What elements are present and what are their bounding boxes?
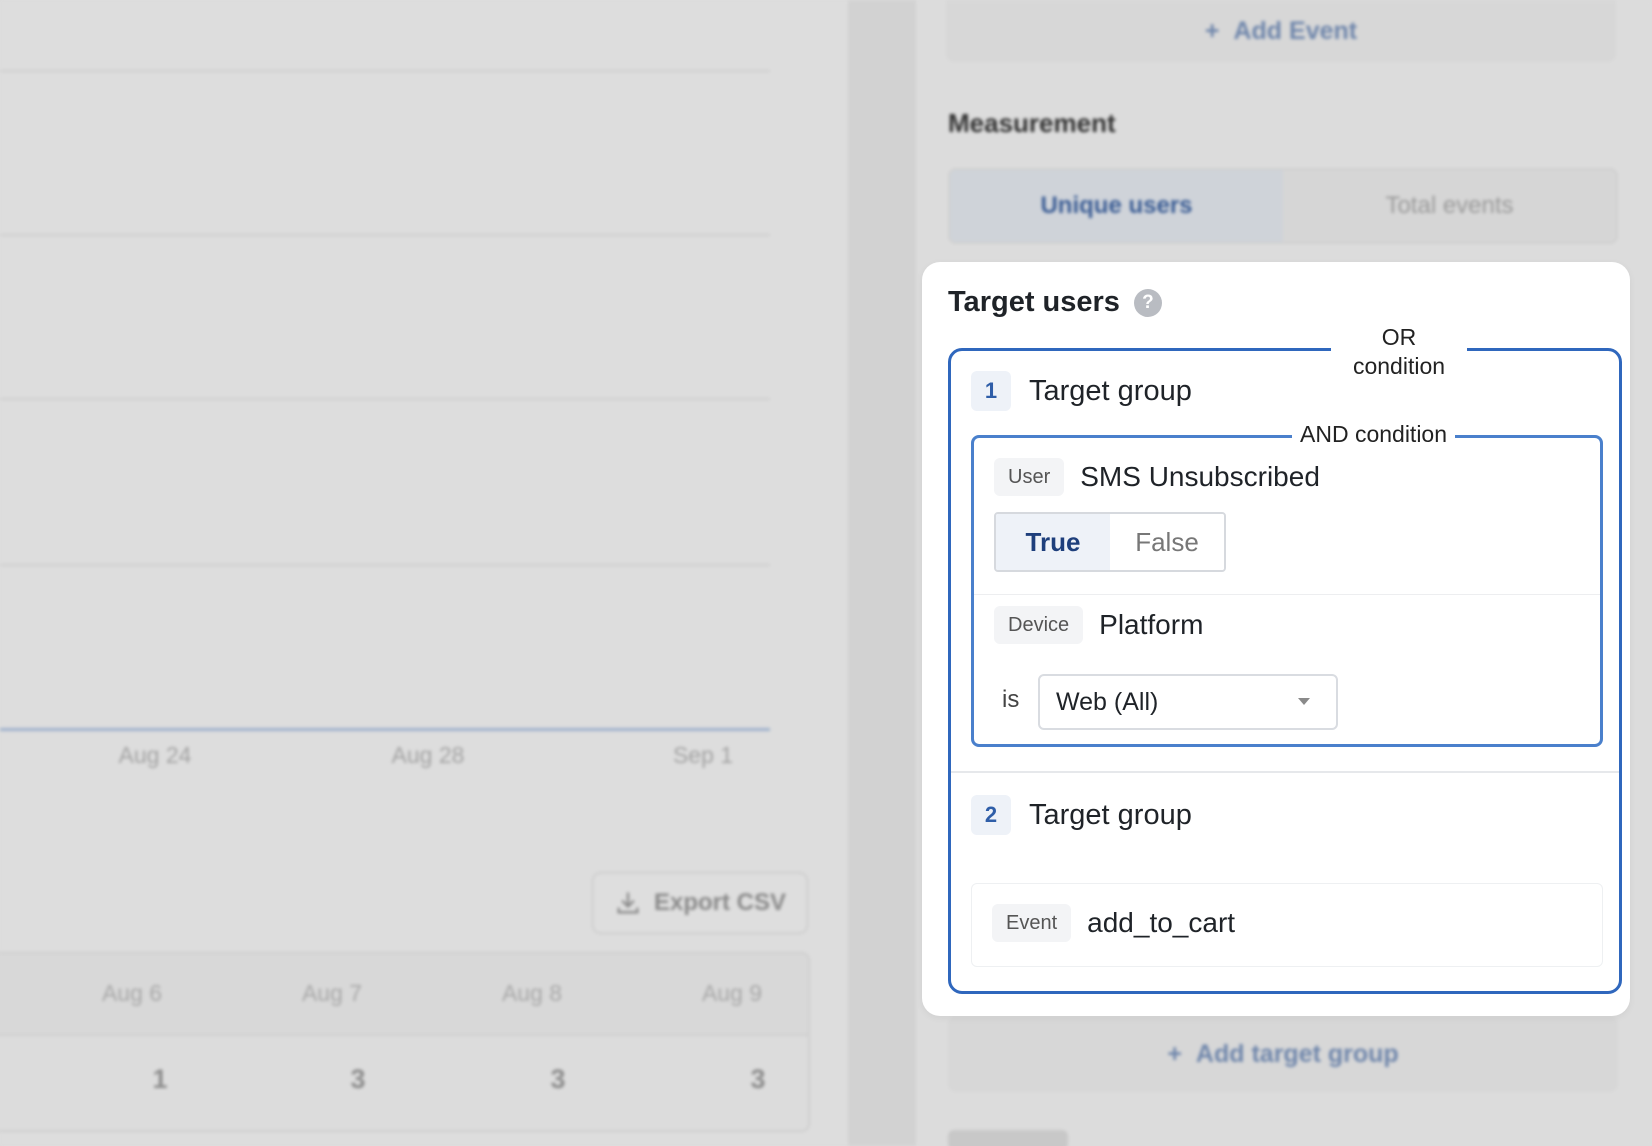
true-option[interactable]: True bbox=[996, 514, 1110, 570]
unique-users-option[interactable]: Unique users bbox=[950, 170, 1283, 242]
target-users-title: Target users bbox=[948, 286, 1120, 318]
platform-select-value: Web (All) bbox=[1056, 687, 1159, 716]
chart-gridline bbox=[0, 564, 770, 566]
add-event-button[interactable]: + Add Event bbox=[946, 0, 1616, 62]
property-name: SMS Unsubscribed bbox=[1080, 461, 1320, 492]
table-cell: 3 bbox=[550, 1064, 566, 1094]
table-header-cell: Aug 6 bbox=[101, 980, 163, 1006]
x-tick-label: Aug 28 bbox=[391, 742, 465, 768]
operator-label: is bbox=[1002, 686, 1020, 713]
data-table: Aug 6 Aug 7 Aug 8 Aug 9 1 3 3 3 bbox=[0, 952, 810, 1132]
property-name: Platform bbox=[1099, 609, 1204, 640]
true-false-toggle: True False bbox=[994, 512, 1226, 572]
chart-axis-line bbox=[0, 728, 770, 731]
plus-icon: + bbox=[1204, 16, 1220, 45]
plus-icon: + bbox=[1167, 1039, 1182, 1068]
platform-select[interactable]: Web (All) bbox=[1038, 674, 1338, 730]
condition-row-content: Event add_to_cart bbox=[992, 904, 1235, 942]
or-condition-box: OR condition 1 Target group AND conditio… bbox=[948, 323, 1622, 994]
and-condition-box: AND condition User SMS Unsubscribed True… bbox=[971, 421, 1603, 747]
help-icon[interactable]: ? bbox=[1133, 288, 1162, 317]
x-tick-label: Aug 24 bbox=[118, 742, 192, 768]
category-tag: Device bbox=[994, 606, 1084, 644]
export-csv-label: Export CSV bbox=[653, 889, 787, 916]
export-csv-button[interactable]: Export CSV bbox=[592, 872, 808, 934]
and-condition-label: AND condition bbox=[1292, 421, 1456, 448]
chart-pane: Aug 24 Aug 28 Sep 1 Export CSV Aug 6 Aug… bbox=[0, 0, 848, 1146]
chart-gridline bbox=[0, 70, 770, 72]
condition-row[interactable]: Device Platform bbox=[994, 606, 1203, 644]
x-tick-label: Sep 1 bbox=[672, 742, 734, 768]
add-event-label: Add Event bbox=[1233, 16, 1358, 45]
condition-divider bbox=[974, 594, 1600, 595]
total-events-option[interactable]: Total events bbox=[1283, 170, 1616, 242]
or-condition-label: OR condition bbox=[1331, 323, 1467, 381]
table-cell: 1 bbox=[152, 1064, 168, 1094]
condition-row[interactable]: Event add_to_cart bbox=[971, 883, 1603, 967]
chart-gridline bbox=[0, 234, 770, 236]
measurement-toggle: Unique users Total events bbox=[948, 168, 1618, 244]
table-header-cell: Aug 7 bbox=[301, 980, 363, 1006]
false-option[interactable]: False bbox=[1110, 514, 1224, 570]
category-tag: User bbox=[994, 458, 1065, 496]
table-header-cell: Aug 8 bbox=[501, 980, 563, 1006]
condition-row[interactable]: User SMS Unsubscribed bbox=[994, 458, 1320, 496]
table-cell: 3 bbox=[750, 1064, 766, 1094]
add-target-group-button[interactable]: + Add target group bbox=[948, 1016, 1618, 1092]
target-group-2-header: 2 Target group bbox=[971, 795, 1192, 835]
group-number-badge: 1 bbox=[971, 371, 1011, 411]
target-group-1-header: 1 Target group bbox=[971, 371, 1192, 411]
or-label-line: condition bbox=[1352, 353, 1446, 379]
group-separator bbox=[951, 771, 1619, 773]
category-tag: Event bbox=[992, 904, 1072, 942]
chevron-down-icon bbox=[1298, 698, 1310, 705]
or-label-line: OR bbox=[1381, 324, 1417, 350]
property-name: add_to_cart bbox=[1087, 907, 1236, 938]
table-cell: 3 bbox=[350, 1064, 366, 1094]
download-icon bbox=[617, 892, 639, 914]
next-section-peek bbox=[948, 1130, 1068, 1146]
table-header-cell: Aug 9 bbox=[701, 980, 763, 1006]
target-users-header: Target users ? bbox=[948, 286, 1162, 319]
group-title: Target group bbox=[1029, 798, 1192, 831]
group-title: Target group bbox=[1029, 374, 1192, 407]
group-number-badge: 2 bbox=[971, 795, 1011, 835]
chart-gridline bbox=[0, 398, 770, 400]
pane-divider bbox=[848, 0, 916, 1146]
add-target-group-label: Add target group bbox=[1195, 1039, 1399, 1068]
measurement-title: Measurement bbox=[948, 108, 1116, 138]
target-users-card: Target users ? OR condition 1 Target gro… bbox=[922, 262, 1630, 1016]
